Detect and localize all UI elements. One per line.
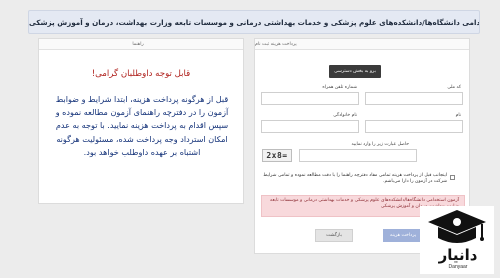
guide-panel-title: راهنما [39, 39, 243, 50]
payment-panel-title: پرداخت هزینه ثبت نام [255, 39, 469, 50]
notice-body: قبل از هرگونه پرداخت هزینه، ابتدا شرایط … [55, 94, 229, 157]
notice-title: قابل توجه داوطلبان گرامی! [91, 69, 191, 79]
pay-button[interactable]: پرداخت هزینه [383, 229, 423, 242]
logo-name: دانیار [438, 246, 478, 264]
back-button[interactable]: بازگشت [315, 229, 353, 242]
captcha-input[interactable] [299, 149, 417, 162]
first-name-label: نام [455, 113, 461, 118]
page-header: آزمون استخدامی دانشگاه‌ها/دانشکده‌های عل… [28, 10, 480, 34]
access-button[interactable]: برو به بخش دسترسی [329, 65, 381, 78]
guide-panel: راهنما قابل توجه داوطلبان گرامی! قبل از … [38, 38, 244, 204]
page-title: آزمون استخدامی دانشگاه‌ها/دانشکده‌های عل… [29, 17, 480, 27]
logo-subtitle: Danyaar [448, 264, 468, 270]
national-code-input[interactable] [365, 92, 463, 105]
mobile-label: شماره تلفن همراه [322, 85, 357, 90]
graduation-cap-icon [428, 210, 486, 243]
danyaar-logo: دانیار Danyaar [420, 206, 494, 274]
agreement-checkbox[interactable] [450, 175, 455, 180]
national-code-label: کد ملی [447, 85, 461, 90]
mobile-input[interactable] [261, 92, 359, 105]
captcha-image: 2x8= [262, 149, 292, 162]
captcha-label: حاصل عبارت زیر را وارد نمایید [351, 142, 410, 147]
last-name-label: نام خانوادگی [333, 113, 357, 118]
last-name-input[interactable] [261, 120, 359, 133]
first-name-input[interactable] [365, 120, 463, 133]
agreement-text: اینجانب قبل از پرداخت هزینه تمامی مفاد د… [263, 173, 447, 185]
